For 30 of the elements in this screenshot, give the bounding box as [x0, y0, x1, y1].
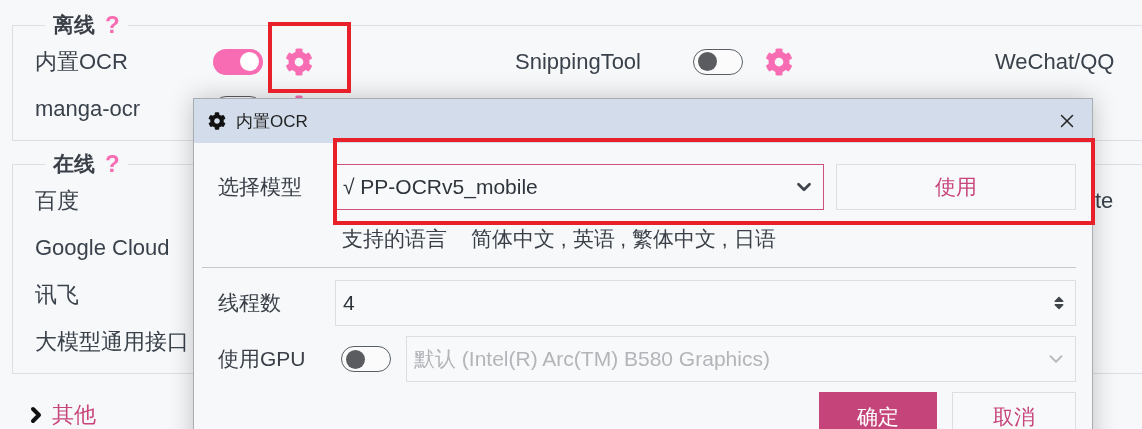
- group-title: 在线: [53, 151, 95, 177]
- field-label: 线程数: [218, 290, 282, 316]
- languages-text: 简体中文 , 英语 , 繁体中文 , 日语: [471, 226, 776, 252]
- settings-icon[interactable]: [765, 47, 793, 76]
- field-label: 使用GPU: [218, 346, 307, 372]
- help-link[interactable]: ?: [105, 11, 120, 39]
- engine-label: 讯飞: [35, 280, 79, 309]
- engine-label: 百度: [35, 186, 79, 215]
- field-label: 选择模型: [218, 174, 303, 200]
- group-title: 离线: [53, 12, 95, 38]
- toggle-switch[interactable]: [213, 48, 263, 75]
- field-label: 支持的语言: [342, 226, 447, 252]
- thread-count-spinbox[interactable]: 4: [335, 280, 1076, 326]
- engine-label: 大模型通用接口: [35, 327, 189, 356]
- engine-label: SnippingTool: [515, 48, 642, 75]
- cancel-button[interactable]: 取消: [952, 392, 1076, 429]
- confirm-button[interactable]: 确定: [819, 392, 937, 429]
- use-button[interactable]: 使用: [836, 164, 1076, 210]
- engine-label: Google Cloud: [35, 234, 170, 261]
- toggle-switch[interactable]: [693, 48, 743, 75]
- engine-label: 内置OCR: [35, 47, 129, 76]
- engine-label: manga-ocr: [35, 95, 142, 122]
- more-section-toggle[interactable]: 其他: [24, 400, 96, 429]
- engine-label: te: [1094, 187, 1114, 214]
- engine-label: WeChat/QQ: [995, 48, 1115, 75]
- settings-icon[interactable]: [285, 47, 313, 76]
- help-link[interactable]: ?: [105, 150, 120, 178]
- model-dropdown[interactable]: √ PP-OCRv5_mobile: [335, 164, 824, 210]
- dialog-title: 内置OCR: [236, 110, 309, 133]
- settings-icon: [208, 112, 226, 130]
